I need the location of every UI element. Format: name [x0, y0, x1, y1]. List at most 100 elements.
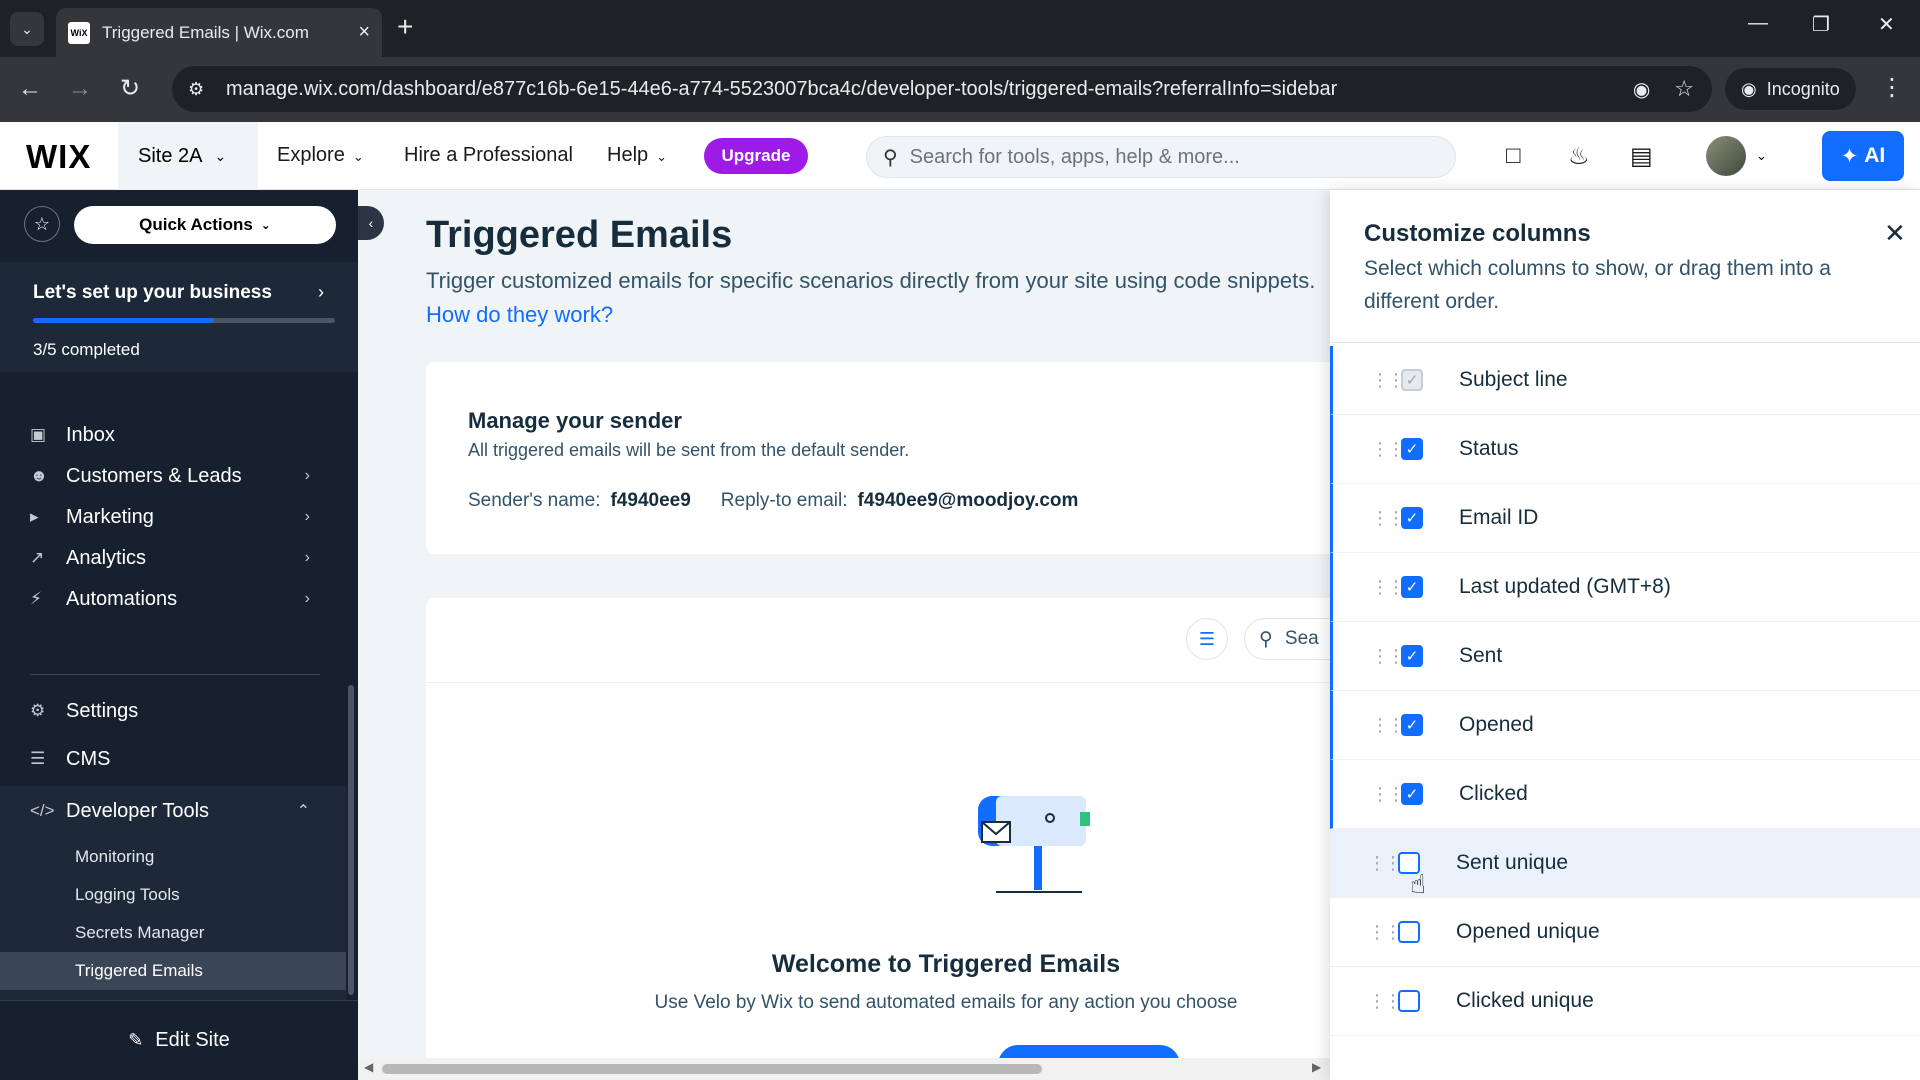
- drag-handle-icon[interactable]: ⋮⋮: [1368, 992, 1402, 1010]
- incognito-label: Incognito: [1766, 78, 1840, 99]
- sidebar-subitem-secrets-manager[interactable]: Secrets Manager: [0, 914, 346, 952]
- panel-divider: [1330, 342, 1920, 343]
- url-bar[interactable]: ⚙ manage.wix.com/dashboard/e877c16b-6e15…: [172, 66, 1712, 112]
- drag-handle-icon[interactable]: ⋮⋮: [1371, 509, 1405, 527]
- sidebar-item-analytics[interactable]: ↗ Analytics ›: [0, 535, 340, 581]
- notifications-bell-icon[interactable]: ♨: [1568, 142, 1590, 171]
- column-row[interactable]: ⋮⋮ Clicked unique: [1330, 967, 1920, 1036]
- column-row[interactable]: ⋮⋮ ✓ Subject line: [1330, 346, 1920, 415]
- ai-label: AI: [1864, 144, 1886, 167]
- sidebar-item-label: Customers & Leads: [66, 464, 242, 487]
- drag-handle-icon[interactable]: ⋮⋮: [1371, 785, 1405, 803]
- drag-handle-icon[interactable]: ⋮⋮: [1371, 371, 1405, 389]
- scroll-right-icon[interactable]: ▶: [1312, 1060, 1321, 1074]
- sidebar-item-label: Analytics: [66, 546, 147, 569]
- drag-handle-icon[interactable]: ⋮⋮: [1371, 578, 1405, 596]
- window-close-icon[interactable]: ✕: [1878, 12, 1895, 37]
- hire-professional-link[interactable]: Hire a Professional: [404, 144, 573, 167]
- scroll-left-icon[interactable]: ◀: [364, 1060, 373, 1074]
- news-feed-icon[interactable]: ▤: [1630, 142, 1653, 171]
- site-info-icon[interactable]: ⚙: [188, 79, 216, 100]
- column-checkbox[interactable]: [1398, 990, 1420, 1012]
- tab-close-icon[interactable]: ×: [358, 21, 370, 44]
- tab-search-dropdown-icon[interactable]: ⌄: [10, 12, 44, 46]
- drag-handle-icon[interactable]: ⋮⋮: [1368, 923, 1402, 941]
- horizontal-scroll-thumb[interactable]: [382, 1064, 1042, 1074]
- quick-actions-button[interactable]: Quick Actions ⌄: [74, 206, 336, 244]
- wix-logo[interactable]: WIX: [26, 138, 91, 176]
- wix-favicon-icon: WiX: [68, 21, 90, 44]
- sidebar-subitem-triggered-emails[interactable]: Triggered Emails: [0, 952, 346, 990]
- search-icon: ⚲: [1259, 628, 1273, 650]
- column-checkbox[interactable]: ✓: [1401, 645, 1423, 667]
- browser-menu-icon[interactable]: ⋮: [1880, 73, 1904, 102]
- drag-handle-icon[interactable]: ⋮⋮: [1371, 647, 1405, 665]
- site-selector[interactable]: Site 2A ⌄: [118, 122, 258, 190]
- column-row[interactable]: ⋮⋮ ✓ Email ID: [1330, 484, 1920, 553]
- eye-off-icon[interactable]: ◉: [1633, 77, 1650, 102]
- sidebar-item-label: Marketing: [66, 505, 154, 528]
- sidebar-item-inbox[interactable]: ▣ Inbox: [0, 412, 340, 458]
- column-row[interactable]: ⋮⋮ ✓ Status: [1330, 415, 1920, 484]
- gear-icon: ⚙: [30, 701, 46, 720]
- how-do-they-work-link[interactable]: How do they work?: [426, 302, 613, 327]
- explore-menu[interactable]: Explore ⌄: [277, 144, 364, 167]
- forward-icon[interactable]: →: [68, 75, 92, 103]
- upgrade-button[interactable]: Upgrade: [704, 138, 808, 174]
- new-tab-icon[interactable]: +: [397, 12, 413, 42]
- drag-handle-icon[interactable]: ⋮⋮: [1368, 854, 1402, 872]
- drag-handle-icon[interactable]: ⋮⋮: [1371, 716, 1405, 734]
- list-search[interactable]: ⚲ Sea: [1244, 618, 1330, 660]
- column-row[interactable]: ⋮⋮ Sent unique ☝: [1330, 829, 1920, 899]
- column-checkbox[interactable]: ✓: [1401, 369, 1423, 391]
- main-content: Triggered Emails Trigger customized emai…: [358, 190, 1330, 1080]
- column-row[interactable]: ⋮⋮ ✓ Clicked: [1330, 760, 1920, 829]
- avatar[interactable]: [1706, 136, 1746, 176]
- column-checkbox[interactable]: ✓: [1401, 507, 1423, 529]
- incognito-indicator[interactable]: ◉ Incognito: [1725, 68, 1856, 110]
- sidebar-item-settings[interactable]: ⚙ Settings: [0, 688, 340, 734]
- sidebar-scrollbar[interactable]: [348, 685, 354, 995]
- setup-business-card[interactable]: Let's set up your business › 3/5 complet…: [0, 262, 358, 372]
- help-menu[interactable]: Help ⌄: [607, 144, 667, 167]
- chevron-down-icon[interactable]: ⌄: [1756, 148, 1767, 164]
- edit-site-button[interactable]: ✎ Edit Site: [0, 1000, 358, 1080]
- horizontal-scrollbar[interactable]: ◀ ▶: [358, 1058, 1330, 1080]
- sidebar-item-label: Inbox: [66, 423, 115, 446]
- sidebar-item-developer-tools[interactable]: </> Developer Tools ⌃: [0, 788, 340, 834]
- sidebar-subitem-monitoring[interactable]: Monitoring: [0, 838, 346, 876]
- column-row[interactable]: ⋮⋮ ✓ Last updated (GMT+8): [1330, 553, 1920, 622]
- minimize-icon[interactable]: —: [1748, 12, 1768, 35]
- chat-icon[interactable]: □: [1506, 142, 1521, 170]
- column-checkbox[interactable]: ✓: [1401, 714, 1423, 736]
- column-checkbox[interactable]: [1398, 921, 1420, 943]
- quick-actions-label: Quick Actions: [139, 215, 253, 234]
- favorites-star-icon[interactable]: ☆: [24, 206, 60, 242]
- sidebar-item-marketing[interactable]: ▸ Marketing ›: [0, 494, 340, 540]
- restore-icon[interactable]: ❐: [1812, 12, 1830, 37]
- drag-handle-icon[interactable]: ⋮⋮: [1371, 440, 1405, 458]
- column-checkbox[interactable]: ✓: [1401, 783, 1423, 805]
- browser-tab[interactable]: WiX Triggered Emails | Wix.com ×: [56, 8, 382, 57]
- back-icon[interactable]: ←: [18, 75, 42, 103]
- sidebar-item-automations[interactable]: ⚡ Automations ›: [0, 576, 340, 622]
- column-row[interactable]: ⋮⋮ ✓ Sent: [1330, 622, 1920, 691]
- header-search-input[interactable]: [909, 145, 1410, 169]
- sidebar-subitem-logging-tools[interactable]: Logging Tools: [0, 876, 346, 914]
- column-checkbox[interactable]: ✓: [1401, 438, 1423, 460]
- description-text: Trigger customized emails for specific s…: [426, 268, 1316, 293]
- header-search[interactable]: ⚲: [866, 136, 1456, 178]
- ai-assistant-button[interactable]: ✦ AI: [1822, 131, 1904, 181]
- sidebar-item-customers[interactable]: ☻ Customers & Leads ›: [0, 453, 340, 499]
- mailbox-illustration-icon: [978, 796, 1090, 893]
- column-row[interactable]: ⋮⋮ Opened unique: [1330, 898, 1920, 967]
- reload-icon[interactable]: ↻: [120, 75, 140, 103]
- sender-name-label: Sender's name:: [468, 490, 601, 511]
- sidebar-item-cms[interactable]: ☰ CMS: [0, 736, 340, 782]
- setup-title: Let's set up your business: [33, 282, 272, 303]
- column-row[interactable]: ⋮⋮ ✓ Opened: [1330, 691, 1920, 760]
- close-icon[interactable]: ✕: [1884, 218, 1906, 249]
- column-checkbox[interactable]: ✓: [1401, 576, 1423, 598]
- filter-icon[interactable]: ☰: [1186, 618, 1228, 660]
- bookmark-star-icon[interactable]: ☆: [1674, 76, 1694, 102]
